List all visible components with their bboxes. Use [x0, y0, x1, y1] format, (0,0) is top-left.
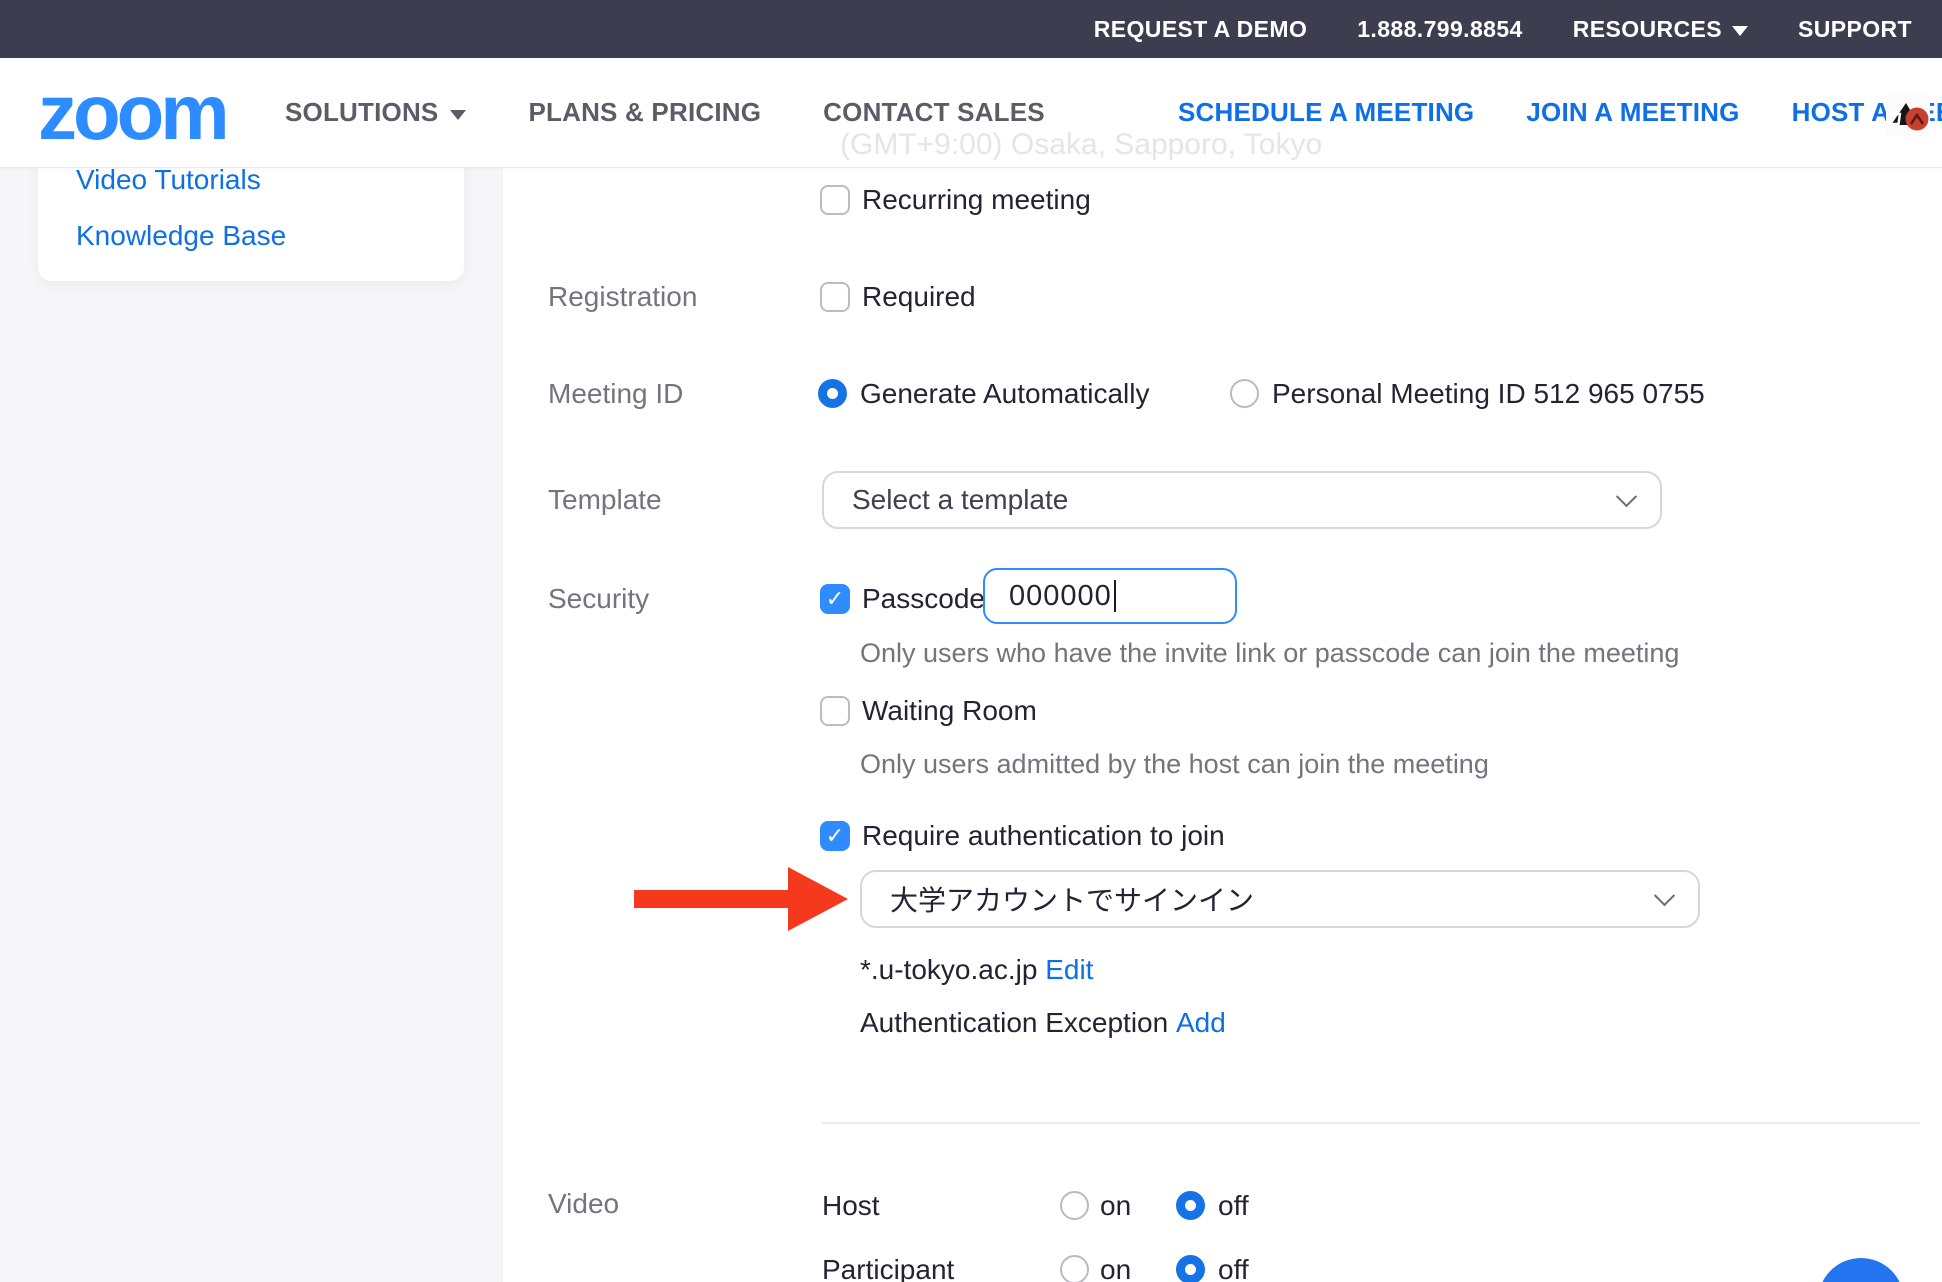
template-row-label: Template [548, 482, 662, 518]
require-auth-label[interactable]: Require authentication to join [862, 818, 1225, 854]
phone-number-link[interactable]: 1.888.799.8854 [1357, 16, 1522, 43]
passcode-value: 000000 [1009, 580, 1112, 613]
section-divider [822, 1122, 1920, 1124]
template-select-value: Select a template [852, 484, 1068, 516]
main-header: (GMT+9:00) Osaka, Sapporo, Tokyo zoom SO… [0, 58, 1942, 168]
require-auth-checkbox[interactable]: ✓ [820, 821, 850, 851]
passcode-label[interactable]: Passcode [862, 581, 985, 617]
auth-method-select-value: 大学アカウントでサインイン [890, 879, 1254, 919]
host-video-off-label[interactable]: off [1218, 1188, 1249, 1224]
help-fab-button[interactable] [1818, 1258, 1904, 1282]
sidebar-link-knowledge-base[interactable]: Knowledge Base [76, 220, 286, 252]
chevron-down-icon [1654, 885, 1675, 906]
annotation-arrow-head [788, 867, 848, 931]
meeting-id-row-label: Meeting ID [548, 376, 683, 412]
header-nav-right: SCHEDULE A MEETING JOIN A MEETING HOST A… [1178, 58, 1942, 167]
caret-down-icon [450, 110, 466, 120]
top-utility-bar: REQUEST A DEMO 1.888.799.8854 RESOURCES … [0, 0, 1942, 58]
host-video-off-radio[interactable] [1176, 1191, 1205, 1220]
meeting-id-generate-label[interactable]: Generate Automatically [860, 376, 1150, 412]
check-icon: ✓ [826, 825, 844, 847]
passcode-helper-text: Only users who have the invite link or p… [860, 636, 1679, 670]
nav-contact-sales[interactable]: CONTACT SALES [823, 97, 1045, 128]
caret-down-icon [1732, 26, 1748, 36]
header-nav-left: SOLUTIONS PLANS & PRICING CONTACT SALES [285, 58, 1045, 167]
zoom-logo[interactable]: zoom [38, 68, 226, 156]
auth-domain-edit-link[interactable]: Edit [1045, 954, 1093, 985]
participant-video-on-label[interactable]: on [1100, 1252, 1131, 1282]
registration-required-checkbox[interactable] [820, 282, 850, 312]
meeting-id-personal-label[interactable]: Personal Meeting ID 512 965 0755 [1272, 376, 1705, 412]
waiting-room-checkbox[interactable] [820, 696, 850, 726]
annotation-arrow [634, 890, 794, 908]
host-video-on-radio[interactable] [1060, 1191, 1089, 1220]
request-demo-link[interactable]: REQUEST A DEMO [1094, 16, 1307, 43]
auth-exception-row: Authentication Exception Add [860, 1005, 1226, 1041]
video-host-label: Host [822, 1188, 880, 1224]
registration-required-label[interactable]: Required [862, 279, 976, 315]
nav-plans-pricing[interactable]: PLANS & PRICING [528, 97, 761, 128]
video-row-label: Video [548, 1186, 619, 1222]
support-link[interactable]: SUPPORT [1798, 16, 1912, 43]
text-cursor [1114, 580, 1116, 612]
avatar-image [1886, 92, 1930, 136]
passcode-checkbox[interactable]: ✓ [820, 584, 850, 614]
participant-video-on-radio[interactable] [1060, 1255, 1089, 1282]
recurring-meeting-checkbox[interactable] [820, 185, 850, 215]
participant-video-off-label[interactable]: off [1218, 1252, 1249, 1282]
nav-join-meeting[interactable]: JOIN A MEETING [1526, 97, 1739, 128]
zoom-schedule-meeting-page: Video Tutorials Knowledge Base Recurring… [0, 0, 1942, 1282]
waiting-room-label[interactable]: Waiting Room [862, 693, 1037, 729]
sidebar-link-video-tutorials[interactable]: Video Tutorials [76, 164, 261, 196]
auth-method-select[interactable]: 大学アカウントでサインイン [860, 870, 1700, 928]
auth-exception-label: Authentication Exception [860, 1007, 1168, 1038]
auth-domain-value: *.u-tokyo.ac.jp [860, 954, 1037, 985]
host-video-on-label[interactable]: on [1100, 1188, 1131, 1224]
user-avatar[interactable] [1886, 92, 1930, 136]
registration-row-label: Registration [548, 279, 697, 315]
security-row-label: Security [548, 581, 649, 617]
nav-schedule-meeting[interactable]: SCHEDULE A MEETING [1178, 97, 1474, 128]
passcode-input[interactable]: 000000 [983, 568, 1237, 624]
participant-video-off-radio[interactable] [1176, 1255, 1205, 1282]
resources-menu[interactable]: RESOURCES [1573, 16, 1748, 43]
template-select[interactable]: Select a template [822, 471, 1662, 529]
meeting-id-generate-radio[interactable] [818, 379, 847, 408]
chevron-down-icon [1616, 486, 1637, 507]
waiting-room-helper-text: Only users admitted by the host can join… [860, 747, 1489, 781]
nav-solutions[interactable]: SOLUTIONS [285, 97, 466, 128]
check-icon: ✓ [826, 588, 844, 610]
auth-domain-row: *.u-tokyo.ac.jp Edit [860, 952, 1093, 988]
meeting-id-personal-radio[interactable] [1230, 379, 1259, 408]
video-participant-label: Participant [822, 1252, 954, 1282]
auth-exception-add-link[interactable]: Add [1176, 1007, 1226, 1038]
recurring-meeting-label[interactable]: Recurring meeting [862, 182, 1091, 218]
